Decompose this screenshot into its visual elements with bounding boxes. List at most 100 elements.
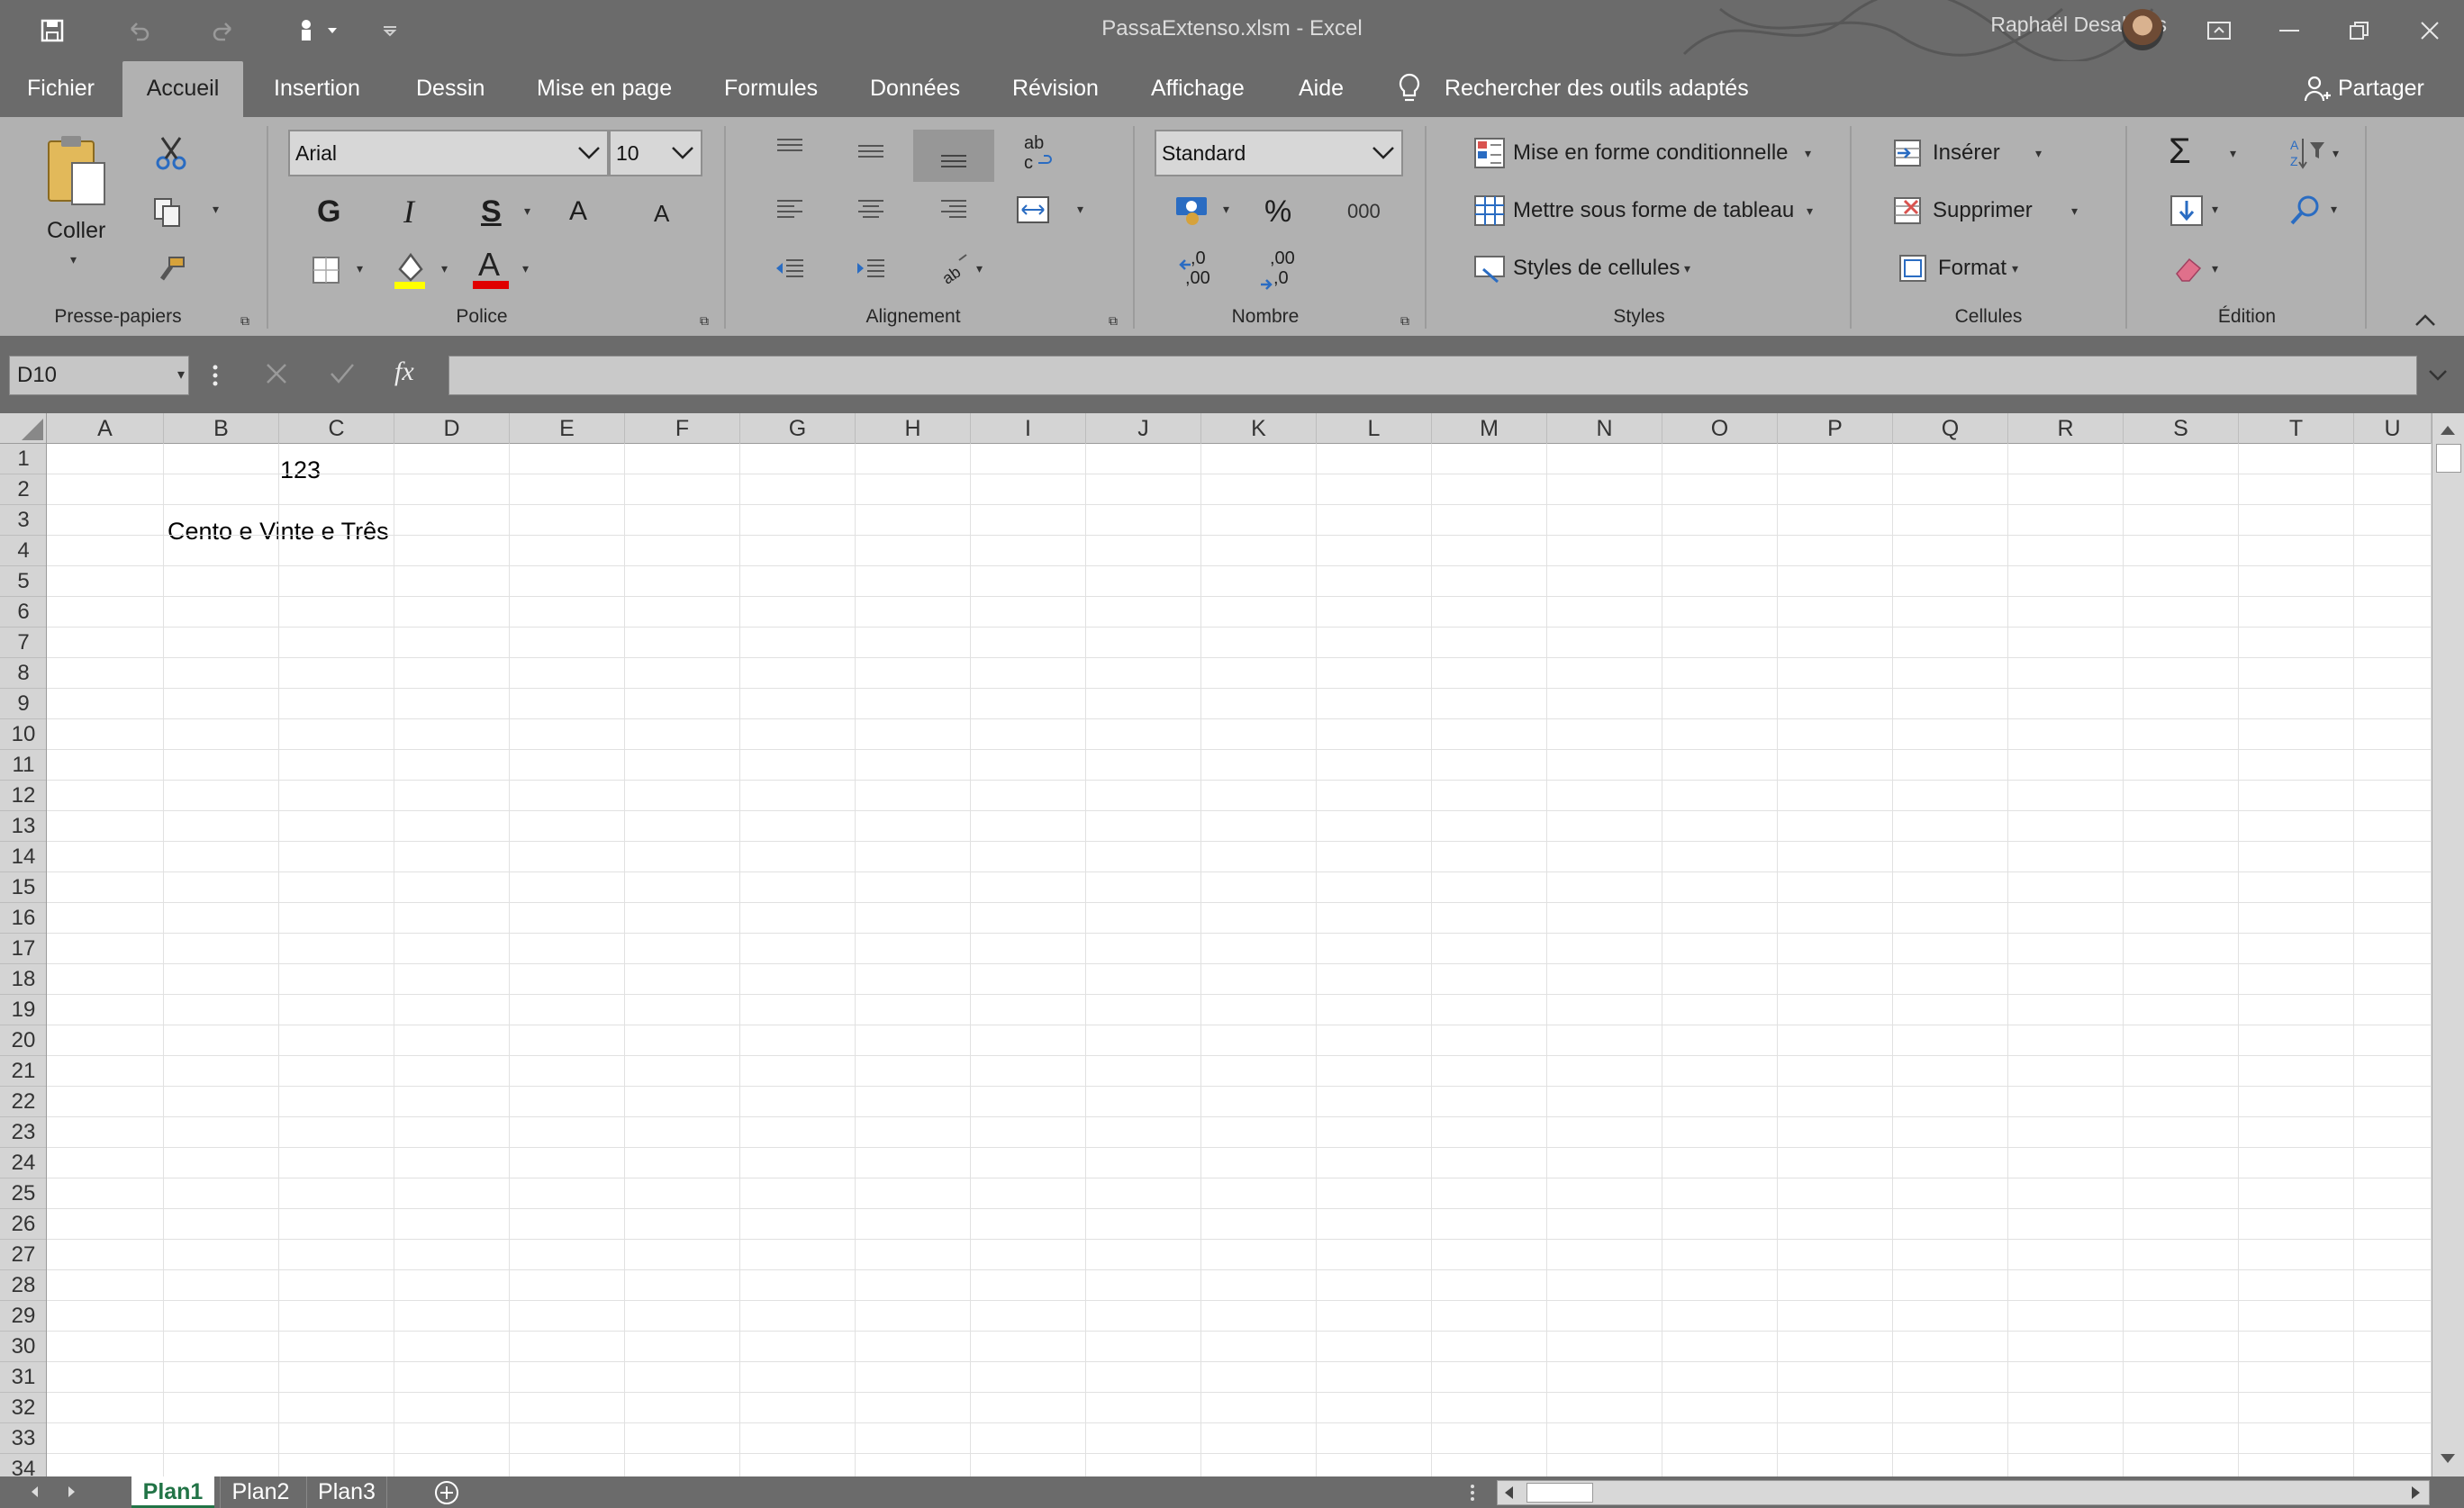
format-as-table-dropdown-icon[interactable]: ▾: [1807, 203, 1813, 219]
font-size-select[interactable]: 10: [609, 130, 702, 176]
font-name-select[interactable]: Arial: [288, 130, 609, 176]
row-header[interactable]: 15: [0, 872, 46, 903]
column-header[interactable]: J: [1086, 413, 1201, 444]
scroll-left-icon[interactable]: [1499, 1483, 1519, 1503]
conditional-formatting-dropdown-icon[interactable]: ▾: [1805, 146, 1811, 161]
format-as-table-icon[interactable]: [1472, 193, 1508, 229]
insert-dropdown-icon[interactable]: ▾: [2035, 146, 2042, 161]
row-header[interactable]: 6: [0, 597, 46, 628]
row-header[interactable]: 17: [0, 934, 46, 964]
expand-formula-bar-icon[interactable]: [2426, 360, 2453, 391]
copy-icon[interactable]: [148, 193, 187, 232]
tab-donnees[interactable]: Données: [870, 61, 960, 117]
increase-decimal-button[interactable]: ,0 ,00: [1178, 248, 1228, 297]
name-box[interactable]: D10 ▾: [9, 356, 189, 395]
row-header[interactable]: 32: [0, 1393, 46, 1423]
row-header[interactable]: 33: [0, 1423, 46, 1454]
find-select-dropdown-icon[interactable]: ▾: [2331, 202, 2337, 217]
find-select-icon[interactable]: [2287, 193, 2324, 229]
accounting-dropdown-icon[interactable]: ▾: [1223, 202, 1229, 217]
accounting-format-icon[interactable]: [1171, 193, 1216, 229]
thousands-separator-button[interactable]: 000: [1347, 200, 1381, 223]
fill-color-dropdown-icon[interactable]: ▾: [441, 261, 448, 276]
lightbulb-icon[interactable]: [1396, 72, 1428, 108]
scroll-down-icon[interactable]: [2437, 1449, 2459, 1468]
tab-revision[interactable]: Révision: [1012, 61, 1099, 117]
merge-dropdown-icon[interactable]: ▾: [1077, 202, 1083, 217]
column-header[interactable]: N: [1547, 413, 1662, 444]
column-header[interactable]: T: [2239, 413, 2354, 444]
row-header[interactable]: 22: [0, 1087, 46, 1117]
sort-filter-dropdown-icon[interactable]: ▾: [2333, 146, 2339, 161]
tab-affichage[interactable]: Affichage: [1151, 61, 1245, 117]
column-header[interactable]: P: [1778, 413, 1893, 444]
delete-cells-icon[interactable]: [1891, 194, 1924, 227]
delete-button[interactable]: Supprimer: [1933, 198, 2033, 223]
paste-icon[interactable]: [40, 128, 112, 213]
tab-dessin[interactable]: Dessin: [416, 61, 485, 117]
row-header[interactable]: 34: [0, 1454, 46, 1476]
row-header[interactable]: 8: [0, 658, 46, 689]
scroll-up-icon[interactable]: [2437, 420, 2459, 440]
share-person-icon[interactable]: [2304, 74, 2333, 106]
tab-formules[interactable]: Formules: [724, 61, 818, 117]
borders-icon[interactable]: [308, 252, 344, 288]
insert-cells-icon[interactable]: [1891, 137, 1924, 169]
share-button[interactable]: Partager: [2338, 61, 2424, 117]
name-box-dropdown-icon[interactable]: ▾: [177, 357, 185, 394]
cut-icon[interactable]: [151, 133, 191, 173]
next-sheet-icon[interactable]: [61, 1482, 81, 1502]
format-cells-icon[interactable]: [1897, 252, 1929, 284]
column-header[interactable]: G: [740, 413, 856, 444]
minimize-icon[interactable]: [2271, 13, 2307, 49]
column-header[interactable]: Q: [1893, 413, 2008, 444]
search-tools[interactable]: Rechercher des outils adaptés: [1445, 61, 1749, 117]
sheet-tab-plan3[interactable]: Plan3: [306, 1476, 387, 1508]
conditional-formatting-button[interactable]: Mise en forme conditionnelle: [1513, 140, 1789, 166]
row-header[interactable]: 13: [0, 811, 46, 842]
column-header[interactable]: H: [856, 413, 971, 444]
formula-bar-grip-icon[interactable]: [211, 360, 225, 391]
autosum-button[interactable]: Σ: [2169, 131, 2191, 172]
tab-aide[interactable]: Aide: [1299, 61, 1344, 117]
sheet-tab-plan2[interactable]: Plan2: [220, 1476, 301, 1508]
column-header[interactable]: U: [2354, 413, 2432, 444]
row-header[interactable]: 30: [0, 1332, 46, 1362]
user-avatar[interactable]: [2122, 9, 2163, 50]
row-header[interactable]: 29: [0, 1301, 46, 1332]
align-center-icon[interactable]: [850, 194, 892, 223]
formula-input[interactable]: [448, 356, 2417, 395]
cell-B2[interactable]: 123: [234, 456, 321, 484]
cancel-entry-icon[interactable]: [263, 360, 295, 391]
column-header[interactable]: I: [971, 413, 1086, 444]
column-header[interactable]: C: [279, 413, 394, 444]
column-header[interactable]: A: [47, 413, 164, 444]
conditional-formatting-icon[interactable]: [1472, 135, 1508, 171]
column-header[interactable]: K: [1201, 413, 1317, 444]
align-middle-icon[interactable]: [850, 137, 892, 166]
grow-font-button[interactable]: A: [569, 196, 587, 227]
column-header[interactable]: M: [1432, 413, 1547, 444]
horizontal-scroll-thumb[interactable]: [1526, 1483, 1593, 1503]
fill-down-dropdown-icon[interactable]: ▾: [2212, 202, 2218, 217]
confirm-entry-icon[interactable]: [328, 360, 360, 391]
number-format-select[interactable]: Standard: [1155, 130, 1403, 176]
row-header[interactable]: 23: [0, 1117, 46, 1148]
decrease-indent-icon[interactable]: [769, 254, 811, 283]
row-header[interactable]: 26: [0, 1209, 46, 1240]
row-header[interactable]: 5: [0, 566, 46, 597]
collapse-ribbon-icon[interactable]: [2412, 310, 2439, 331]
font-color-icon[interactable]: A: [470, 245, 512, 292]
format-button[interactable]: Format: [1938, 256, 2007, 281]
align-left-icon[interactable]: [769, 194, 811, 223]
row-header[interactable]: 12: [0, 781, 46, 811]
increase-indent-icon[interactable]: [850, 254, 892, 283]
align-right-icon[interactable]: [933, 194, 974, 223]
fill-down-icon[interactable]: [2167, 193, 2206, 229]
row-header[interactable]: 19: [0, 995, 46, 1025]
row-header[interactable]: 14: [0, 842, 46, 872]
tab-insertion[interactable]: Insertion: [274, 61, 360, 117]
align-bottom-icon[interactable]: [933, 144, 974, 173]
row-header[interactable]: 7: [0, 628, 46, 658]
vertical-scrollbar[interactable]: [2432, 413, 2464, 1476]
